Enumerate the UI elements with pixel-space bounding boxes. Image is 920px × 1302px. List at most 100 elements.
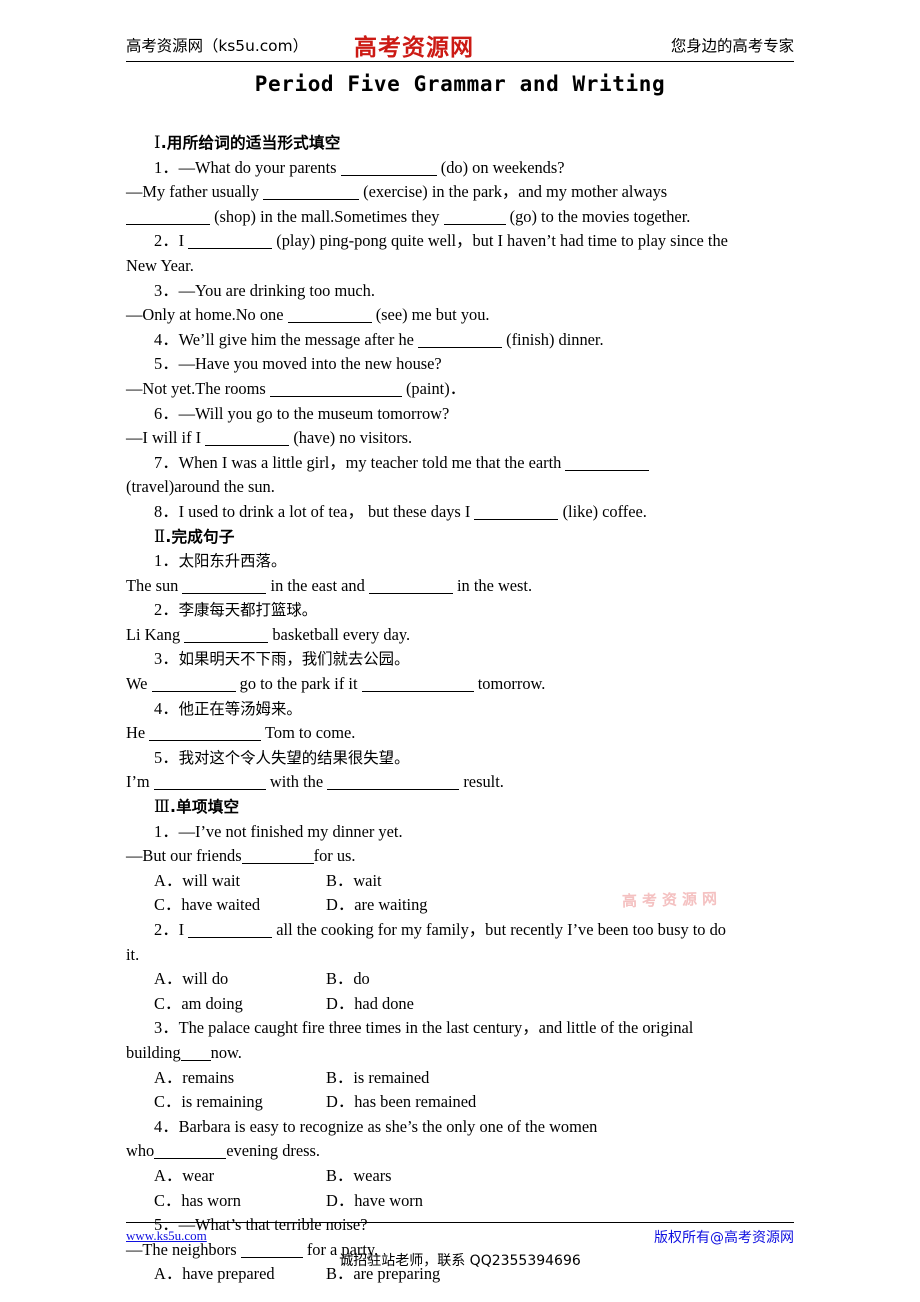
question-number: 1．	[154, 157, 179, 177]
question-number: 3．	[154, 280, 179, 300]
option-C-text: has worn	[181, 1190, 241, 1210]
question-number: 1．	[154, 821, 179, 841]
question-1-3-line-2: —Only at home.No one (see) me but you.	[126, 305, 490, 325]
option-D[interactable]: D．had done	[326, 992, 414, 1017]
option-B[interactable]: B．wait	[326, 869, 382, 894]
answer-blank[interactable]	[340, 160, 437, 176]
section-heading-2: Ⅱ.完成句子	[126, 525, 796, 550]
footer-recruitment-notice: 诚招驻站老师，联系 QQ2355394696	[339, 1253, 581, 1269]
option-D[interactable]: D．have worn	[326, 1189, 423, 1214]
option-D-text: has been remained	[354, 1092, 477, 1112]
option-A-label: A．	[154, 1067, 183, 1087]
question-1-1-line-3: (shop) in the mall.Sometimes they (go) t…	[126, 205, 796, 230]
option-A[interactable]: A．will wait	[154, 869, 326, 894]
answer-blank[interactable]	[418, 332, 503, 348]
question-3-1-options-row-2: C．have waited D．are waiting	[126, 893, 796, 918]
answer-blank[interactable]	[184, 627, 269, 643]
option-B[interactable]: B．wears	[326, 1164, 392, 1189]
option-B-label: B．	[326, 1067, 354, 1087]
option-C[interactable]: C．have waited	[154, 893, 326, 918]
question-number: 4．	[154, 329, 179, 349]
footer-copyright: 版权所有@高考资源网	[654, 1230, 794, 1246]
answer-blank[interactable]	[443, 209, 506, 225]
answer-blank[interactable]	[263, 184, 360, 201]
section-heading-3: Ⅲ.单项填空	[126, 795, 796, 820]
option-A[interactable]: A．wear	[154, 1164, 326, 1189]
question-number: 2．	[154, 920, 179, 939]
header-left-text: 高考资源网（ks5u.com）	[126, 37, 308, 55]
footer-divider	[126, 1222, 794, 1223]
answer-blank[interactable]	[149, 725, 262, 742]
option-B[interactable]: B．is remained	[326, 1066, 429, 1091]
question-1-2-line-1: 2．I (play) ping-pong quite well，but I ha…	[154, 231, 728, 251]
option-A[interactable]: A．will do	[154, 967, 326, 992]
answer-blank[interactable]	[368, 578, 453, 594]
answer-blank[interactable]	[126, 209, 210, 225]
answer-blank[interactable]	[269, 381, 402, 397]
option-D-label: D．	[326, 895, 355, 915]
answer-blank[interactable]	[182, 578, 267, 594]
question-3-3-line-1: 3．The palace caught fire three times in …	[154, 1018, 694, 1038]
option-A-text: wear	[182, 1165, 215, 1185]
question-number: 5．	[154, 747, 179, 767]
answer-blank[interactable]	[205, 430, 290, 447]
option-C[interactable]: C．has worn	[154, 1189, 326, 1214]
option-A-label: A．	[154, 870, 183, 890]
question-3-1-options-row-1: A．will wait B．wait	[126, 869, 796, 894]
answer-blank[interactable]	[188, 233, 273, 250]
option-D-label: D．	[326, 1190, 355, 1210]
question-chinese: 我对这个令人失望的结果很失望。	[178, 748, 410, 767]
header-right-slogan: 您身边的高考专家	[670, 37, 794, 55]
question-3-2-options-row-2: C．am doing D．had done	[126, 992, 796, 1017]
option-B[interactable]: B．do	[326, 967, 370, 992]
question-2-1-cn: 1．太阳东升西落。	[126, 549, 796, 574]
question-number: 6．	[154, 403, 179, 423]
option-D-label: D．	[326, 993, 355, 1013]
question-2-2-cn: 2．李康每天都打篮球。	[126, 598, 796, 623]
question-number: 4．	[154, 698, 179, 718]
section-heading-1: Ⅰ.用所给词的适当形式填空	[126, 131, 796, 156]
answer-blank[interactable]	[565, 455, 650, 471]
answer-blank[interactable]	[287, 307, 372, 324]
answer-blank[interactable]	[474, 504, 559, 520]
question-1-3-line-1: 3．—You are drinking too much.	[154, 280, 375, 300]
option-C-text: is remaining	[181, 1092, 263, 1112]
question-1-6-line-2: —I will if I (have) no visitors.	[126, 428, 413, 448]
answer-blank[interactable]	[153, 774, 266, 791]
answer-blank[interactable]	[188, 922, 273, 938]
option-C-label: C．	[154, 1190, 182, 1210]
option-D[interactable]: D．are waiting	[326, 893, 428, 918]
option-B-label: B．	[326, 870, 354, 890]
question-1-1-line-1: 1．—What do your parents (do) on weekends…	[154, 157, 565, 177]
question-number: 1．	[154, 551, 179, 571]
option-A[interactable]: A．remains	[154, 1066, 326, 1091]
section-1-title: .用所给词的适当形式填空	[160, 134, 341, 152]
option-C-label: C．	[154, 1092, 182, 1112]
site-logo: 高考资源网	[354, 35, 474, 60]
question-3-2-line-2: it.	[126, 944, 140, 964]
answer-blank[interactable]	[154, 1143, 227, 1160]
footer-site-link[interactable]: www.ks5u.com	[126, 1228, 207, 1244]
answer-blank[interactable]	[361, 676, 474, 693]
answer-blank[interactable]	[241, 848, 314, 865]
question-number: 4．	[154, 1116, 179, 1136]
option-B-text: wears	[353, 1165, 392, 1185]
option-B-label: B．	[326, 969, 354, 989]
answer-blank[interactable]	[327, 774, 460, 791]
question-1-6-line-1: 6．—Will you go to the museum tomorrow?	[154, 403, 450, 423]
question-1-2-line-2: New Year.	[126, 255, 194, 275]
question-2-1-en: The sun in the east and in the west.	[126, 575, 533, 595]
answer-blank[interactable]	[151, 676, 236, 693]
question-number: 8．	[154, 501, 179, 521]
question-chinese: 如果明天不下雨，我们就去公园。	[178, 650, 410, 669]
question-number: 3．	[154, 649, 179, 669]
option-A-text: remains	[182, 1067, 235, 1087]
question-chinese: 李康每天都打篮球。	[178, 601, 318, 620]
question-3-1-line-1: 1．—I’ve not finished my dinner yet.	[154, 821, 403, 841]
answer-blank[interactable]	[180, 1045, 211, 1061]
question-2-4-cn: 4．他正在等汤姆来。	[126, 697, 796, 722]
option-D[interactable]: D．has been remained	[326, 1090, 476, 1115]
option-C[interactable]: C．is remaining	[154, 1090, 326, 1115]
option-C-text: am doing	[181, 993, 243, 1013]
option-C[interactable]: C．am doing	[154, 992, 326, 1017]
